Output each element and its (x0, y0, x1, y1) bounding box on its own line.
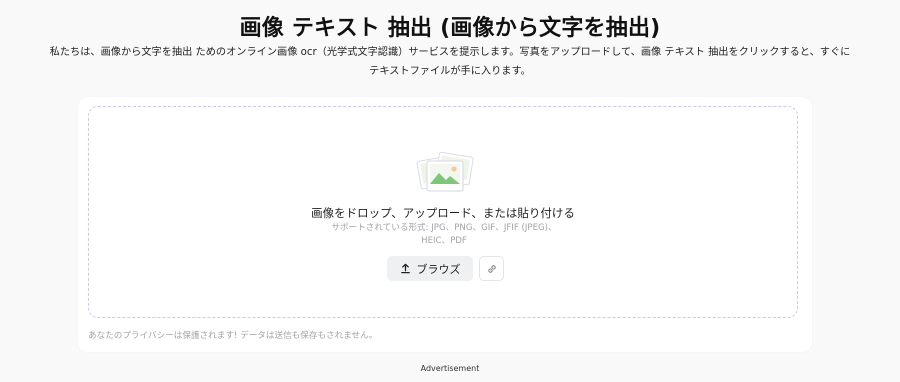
advertisement-label: Advertisement (420, 364, 480, 373)
upload-dropzone[interactable]: 画像をドロップ、アップロード、または貼り付ける サポートされている形式: JPG… (88, 106, 798, 318)
image-stack-icon (416, 151, 474, 192)
description-line-1: 私たちは、画像から文字を抽出 ためのオンライン画像 ocr（光学式文字認識）サー… (49, 47, 851, 58)
paste-link-button[interactable] (479, 256, 504, 281)
supported-formats: サポートされている形式: JPG、PNG、GIF、JFIF (JPEG)、 HE… (329, 222, 559, 248)
formats-line-2: HEIC、PDF (421, 236, 467, 246)
page-description: 私たちは、画像から文字を抽出 ためのオンライン画像 ocr（光学式文字認識）サー… (10, 43, 890, 81)
drop-instruction: 画像をドロップ、アップロード、または貼り付ける (311, 206, 575, 220)
browse-button[interactable]: ブラウズ (387, 256, 473, 281)
upload-card: 画像をドロップ、アップロード、または貼り付ける サポートされている形式: JPG… (78, 97, 812, 352)
formats-line-1: サポートされている形式: JPG、PNG、GIF、JFIF (JPEG)、 (331, 223, 557, 233)
page: 画像 テキスト 抽出 (画像から文字を抽出) 私たちは、画像から文字を抽出 ため… (0, 0, 900, 382)
browse-label: ブラウズ (416, 262, 461, 276)
privacy-note: あなたのプライバシーは保護されます! データは送信も保存もされません。 (88, 331, 378, 341)
link-icon (487, 264, 496, 273)
page-title: 画像 テキスト 抽出 (画像から文字を抽出) (239, 16, 661, 41)
upload-icon (400, 263, 410, 274)
description-line-2: テキストファイルが手に入ります。 (369, 66, 531, 77)
